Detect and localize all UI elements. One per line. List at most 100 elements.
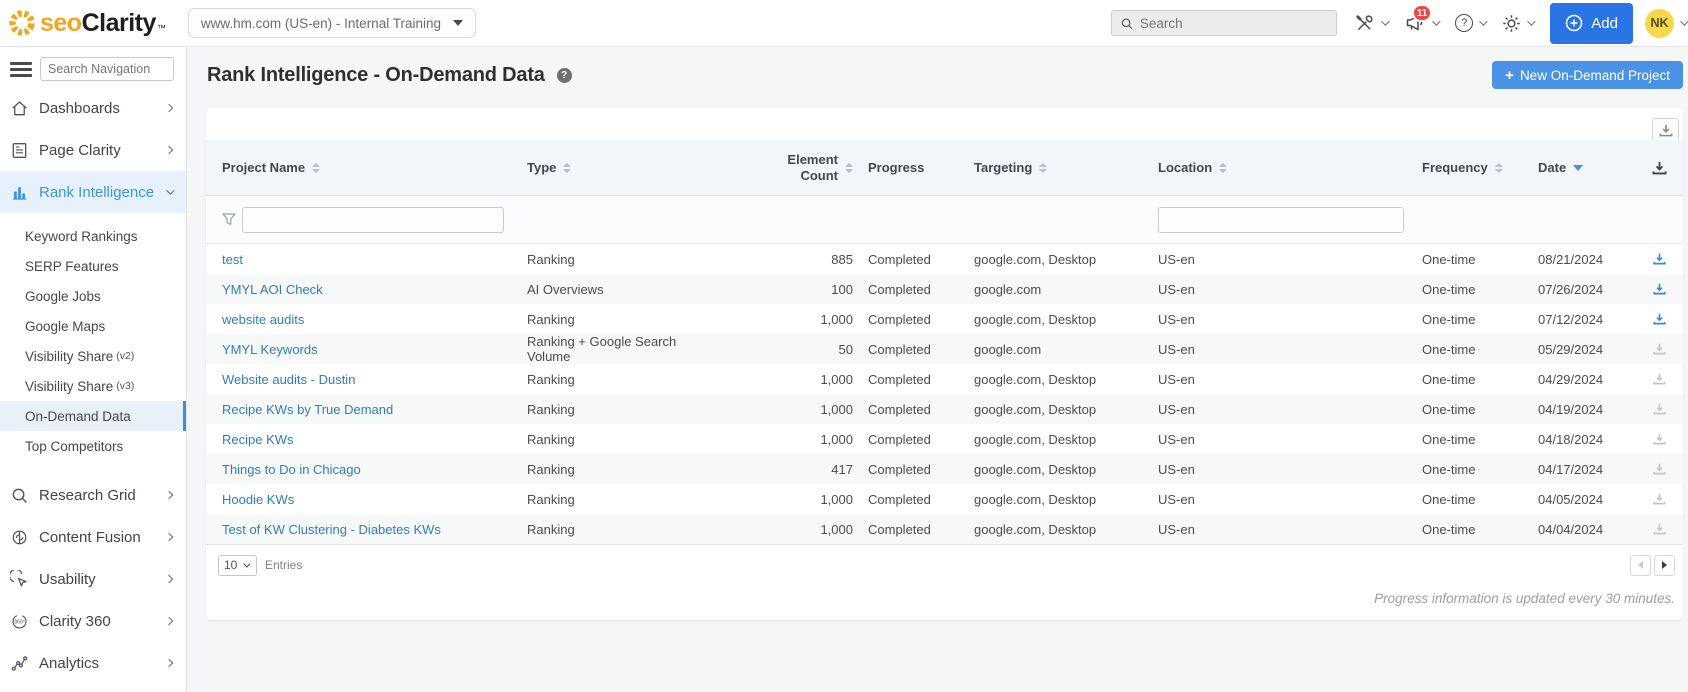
arrow-left-icon <box>1638 561 1643 569</box>
element-count-cell: 417 <box>831 461 853 477</box>
chevron-right-icon <box>164 532 174 542</box>
progress-cell: Completed <box>868 431 931 447</box>
column-label: Type <box>527 160 557 175</box>
element-count-cell: 50 <box>838 341 853 357</box>
sidebar-item-google-jobs[interactable]: Google Jobs <box>0 281 186 311</box>
sidebar-item-serp-features[interactable]: SERP Features <box>0 251 186 281</box>
sidebar-item-visibility-share-v2[interactable]: Visibility Share (v2) <box>0 341 186 371</box>
project-name-filter-input[interactable] <box>242 206 504 233</box>
chevron-down-icon <box>243 560 251 568</box>
chevron-down-icon <box>1680 17 1688 26</box>
sub-item-label: Google Jobs <box>25 288 101 304</box>
seoclarity-logo[interactable]: seo Clarity ™ <box>8 9 166 38</box>
project-name-link[interactable]: YMYL Keywords <box>222 342 318 357</box>
column-header-type[interactable]: Type <box>511 140 696 195</box>
sidebar-item-dashboards[interactable]: Dashboards <box>0 87 186 129</box>
element-count-cell: 885 <box>831 251 853 267</box>
project-name-link[interactable]: Website audits - Dustin <box>222 372 355 387</box>
sidebar-search-input[interactable] <box>40 57 174 81</box>
download-icon <box>1652 161 1667 174</box>
element-count-cell: 100 <box>831 281 853 297</box>
new-project-label: New On-Demand Project <box>1519 67 1670 83</box>
location-cell: US-en <box>1158 431 1195 447</box>
row-download-button[interactable] <box>1653 523 1666 535</box>
sidebar-item-clarity-360[interactable]: 360° Clarity 360 <box>0 600 186 642</box>
column-header-element-count[interactable]: Element Count <box>696 140 858 195</box>
column-header-location[interactable]: Location <box>1146 140 1406 195</box>
settings-menu[interactable] <box>1502 14 1536 33</box>
sidebar-item-page-clarity[interactable]: Page Clarity <box>0 129 186 171</box>
row-download-button[interactable] <box>1653 343 1666 355</box>
entries-per-page-select[interactable]: 10 <box>218 554 257 576</box>
row-download-button[interactable] <box>1653 433 1666 445</box>
row-download-button[interactable] <box>1653 463 1666 475</box>
previous-page-button[interactable] <box>1630 554 1651 576</box>
project-name-link[interactable]: Hoodie KWs <box>222 492 294 507</box>
bar-chart-icon <box>12 186 27 200</box>
sidebar-item-on-demand-data[interactable]: On-Demand Data <box>0 401 186 431</box>
row-download-button[interactable] <box>1653 373 1666 385</box>
table-row: YMYL Keywords Ranking + Google Search Vo… <box>206 334 1683 364</box>
type-cell: AI Overviews <box>527 281 604 297</box>
sidebar-item-analytics[interactable]: Analytics <box>0 642 186 684</box>
project-name-link[interactable]: Recipe KWs <box>222 432 294 447</box>
location-filter-input[interactable] <box>1158 206 1404 233</box>
page-help-icon[interactable]: ? <box>556 67 572 83</box>
type-cell: Ranking <box>527 491 575 507</box>
project-name-link[interactable]: Test of KW Clustering - Diabetes KWs <box>222 522 441 537</box>
date-cell: 04/05/2024 <box>1538 491 1604 507</box>
column-header-frequency[interactable]: Frequency <box>1406 140 1526 195</box>
project-name-link[interactable]: test <box>222 252 243 267</box>
type-cell: Ranking <box>527 521 575 537</box>
project-name-link[interactable]: Recipe KWs by True Demand <box>222 402 393 417</box>
date-cell: 04/29/2024 <box>1538 371 1604 387</box>
sidebar-item-top-competitors[interactable]: Top Competitors <box>0 431 186 461</box>
sidebar-item-rank-intelligence[interactable]: Rank Intelligence <box>0 171 186 213</box>
sidebar-item-content-fusion[interactable]: Content Fusion <box>0 516 186 558</box>
sidebar-item-keyword-rankings[interactable]: Keyword Rankings <box>0 221 186 251</box>
targeting-cell: google.com, Desktop <box>974 371 1097 387</box>
sidebar-item-research-grid[interactable]: Research Grid <box>0 474 186 516</box>
table-row: Hoodie KWs Ranking 1,000 Completed googl… <box>206 484 1683 514</box>
targeting-cell: google.com, Desktop <box>974 491 1097 507</box>
home-icon <box>12 100 27 115</box>
row-download-button[interactable] <box>1653 403 1666 415</box>
table-row: Website audits - Dustin Ranking 1,000 Co… <box>206 364 1683 394</box>
sidebar-item-label: Dashboards <box>39 99 120 117</box>
sidebar-item-usability[interactable]: Usability <box>0 558 186 600</box>
new-on-demand-project-button[interactable]: + New On-Demand Project <box>1492 61 1683 89</box>
sidebar-item-visibility-share-v3[interactable]: Visibility Share (v3) <box>0 371 186 401</box>
table-row: Things to Do in Chicago Ranking 417 Comp… <box>206 454 1683 484</box>
frequency-cell: One-time <box>1422 461 1476 477</box>
location-cell: US-en <box>1158 491 1195 507</box>
project-name-link[interactable]: YMYL AOI Check <box>222 282 323 297</box>
download-icon <box>1653 403 1666 415</box>
date-cell: 07/12/2024 <box>1538 311 1604 327</box>
sidebar-item-label: Analytics <box>39 654 100 672</box>
tools-menu[interactable] <box>1354 13 1390 34</box>
domain-profile-selector[interactable]: www.hm.com (US-en) - Internal Training <box>187 8 476 38</box>
column-header-targeting[interactable]: Targeting <box>966 140 1146 195</box>
project-name-link[interactable]: Things to Do in Chicago <box>222 462 361 477</box>
global-search-input[interactable] <box>1139 15 1329 31</box>
avatar[interactable]: NK <box>1645 8 1674 38</box>
row-download-button[interactable] <box>1653 493 1666 505</box>
next-page-button[interactable] <box>1654 554 1675 576</box>
add-button[interactable]: Add <box>1550 2 1633 44</box>
announcements-menu[interactable]: 11 <box>1404 4 1441 33</box>
sidebar-item-google-maps[interactable]: Google Maps <box>0 311 186 341</box>
row-download-button[interactable] <box>1653 253 1666 265</box>
column-header-date[interactable]: Date <box>1526 140 1636 195</box>
sub-item-label: SERP Features <box>25 258 119 274</box>
project-name-link[interactable]: website audits <box>222 312 304 327</box>
export-table-button[interactable] <box>1652 118 1679 142</box>
help-menu[interactable]: ? <box>1455 14 1488 32</box>
brand-seo: seo <box>40 8 82 37</box>
row-download-button[interactable] <box>1653 283 1666 295</box>
row-download-button[interactable] <box>1653 313 1666 325</box>
targeting-cell: google.com <box>974 341 1042 357</box>
chevron-right-icon <box>164 616 174 626</box>
help-icon: ? <box>1455 14 1474 32</box>
column-header-project-name[interactable]: Project Name <box>206 140 511 195</box>
hamburger-menu-icon[interactable] <box>10 59 32 80</box>
